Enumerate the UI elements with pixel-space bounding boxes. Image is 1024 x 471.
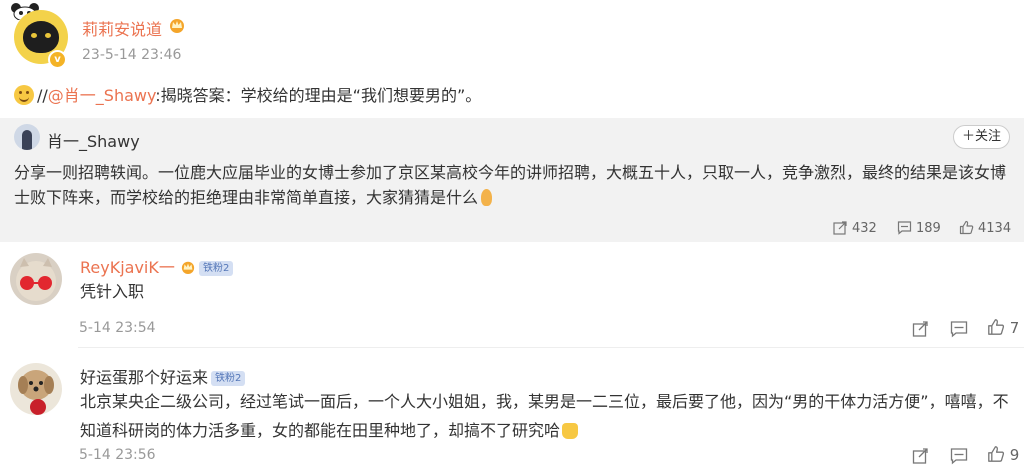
comment-icon [897,221,912,235]
comment-author[interactable]: 好运蛋那个好运来 铁粉2 [80,364,246,388]
comment-author-name[interactable]: 好运蛋那个好运来 [80,368,208,387]
comment-like-count: 9 [1009,446,1020,464]
comment-body: 北京某央企二级公司，经过笔试一面后，一个人大小姐姐，我，某男是一二三位，最后要了… [80,392,1009,440]
fan-badge: 铁粉2 [198,261,234,276]
repost-icon[interactable] [912,320,930,338]
thumbs-up-emoji-icon [562,423,579,439]
repost-icon[interactable] [912,447,930,465]
comment-timestamp: 5-14 23:54 [79,320,156,336]
fan-badge: 铁粉2 [211,371,246,386]
repost-separator: // [37,86,48,105]
like-icon [988,319,1005,335]
repost-text: 分享一则招聘轶闻。一位鹿大应届毕业的女博士参加了京区某高校今年的讲师招聘，大概五… [14,160,1009,210]
like-icon [988,446,1005,462]
post-text: //@肖一_Shawy:揭晓答案：学校给的理由是“我们想要男的”。 [14,82,481,106]
comment-icon[interactable] [950,320,968,338]
repost-icon [833,221,847,235]
comment-author-name[interactable]: ReyKjaviK一 [80,258,175,277]
crown-icon [181,261,195,274]
like-count-button[interactable]: 4134 [959,220,1011,238]
comment-text: 凭针入职 [80,282,145,301]
comment-divider [78,347,1024,348]
repost-author-avatar[interactable] [14,124,40,150]
follow-button[interactable]: ＋关注 [953,125,1010,149]
comment-text: 北京某央企二级公司，经过笔试一面后，一个人大小姐姐，我，某男是一二三位，最后要了… [80,387,1015,445]
repost-count: 432 [852,221,877,236]
comment-like-count: 7 [1009,319,1020,337]
post-body: :揭晓答案：学校给的理由是“我们想要男的”。 [155,86,482,105]
mention-link[interactable]: @肖一_Shawy [48,86,156,105]
comment-avatar[interactable] [10,363,62,415]
comment-count: 189 [916,221,941,236]
like-count: 4134 [978,221,1012,236]
repost-body: 分享一则招聘轶闻。一位鹿大应届毕业的女博士参加了京区某高校今年的讲师招聘，大概五… [14,163,1007,207]
ear-emoji-icon [481,189,493,206]
smile-emoji-icon [14,85,34,105]
comment-count-button[interactable]: 189 [897,220,941,238]
repost-author-name[interactable]: 肖一_Shawy [47,128,140,152]
comment-author[interactable]: ReyKjaviK一 铁粉2 [80,254,234,278]
comment-like-button[interactable]: 7 [987,318,1019,338]
post-timestamp[interactable]: 23-5-14 23:46 [82,47,181,63]
crown-icon [170,19,184,33]
comment-avatar[interactable] [10,253,62,305]
repost-count-button[interactable]: 432 [833,220,877,238]
comment-icon[interactable] [950,447,968,465]
comment-timestamp: 5-14 23:56 [79,447,156,463]
like-icon [959,220,974,235]
comment-like-button[interactable]: 9 [987,445,1019,465]
verified-badge-icon: v [48,50,67,69]
post-author-name[interactable]: 莉莉安说道 [82,16,162,40]
